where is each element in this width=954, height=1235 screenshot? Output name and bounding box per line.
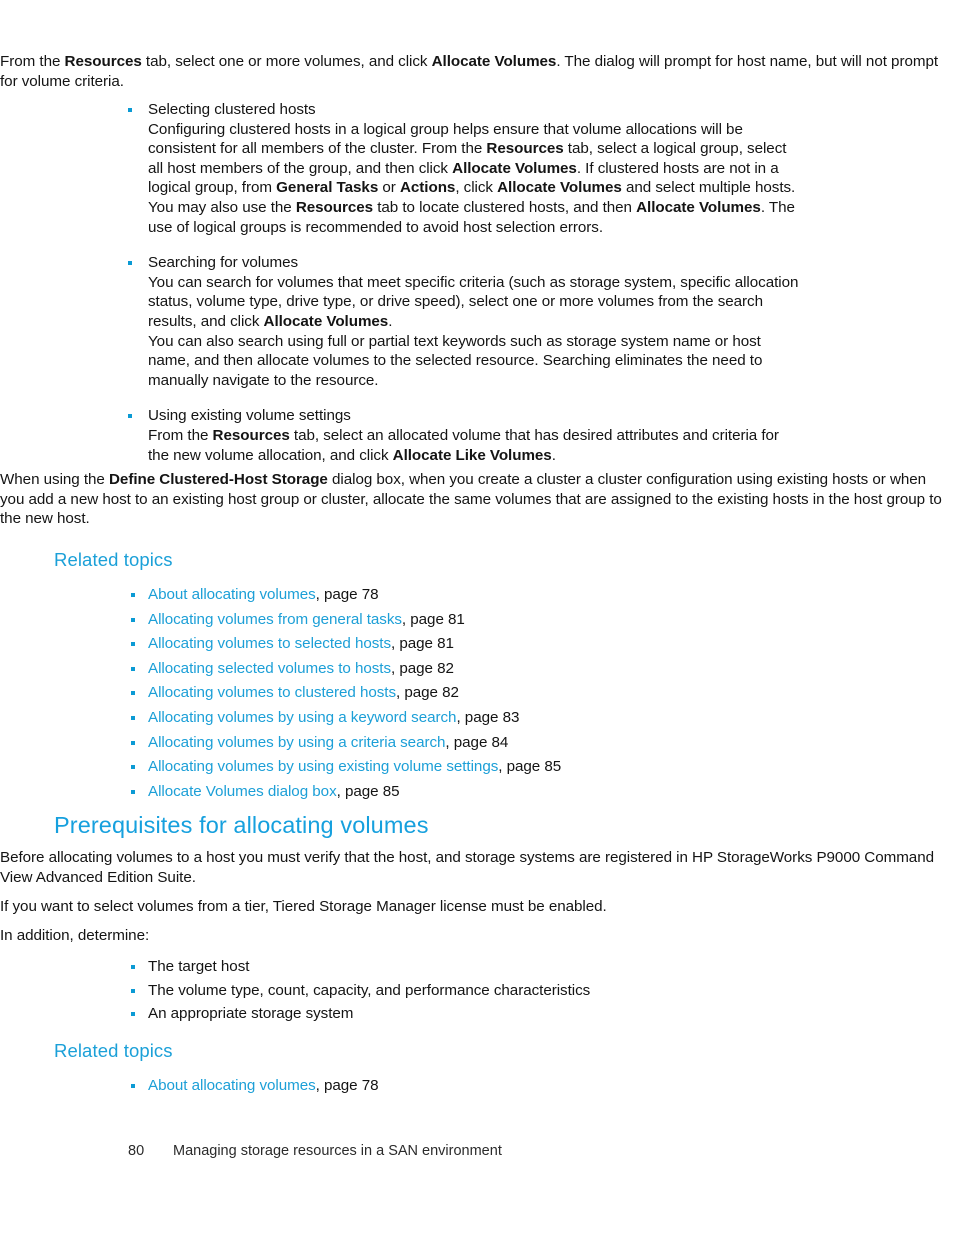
prerequisites-list-item: The volume type, count, capacity, and pe… <box>0 981 800 1001</box>
related-topics-2-heading: Related topics <box>54 1040 173 1061</box>
related-topic-link[interactable]: Allocating volumes by using a criteria s… <box>148 734 445 751</box>
related-topic-pageref: , page 78 <box>315 1077 379 1094</box>
prerequisites-list-item: The target host <box>0 957 800 977</box>
related-topic-item[interactable]: Allocating selected volumes to hosts, pa… <box>0 659 800 679</box>
related-topic-pageref: , page 85 <box>336 782 400 800</box>
procedure-bullet-list-block: Selecting clustered hosts Configuring clu… <box>0 100 954 465</box>
intro-paragraph-block: From the Resources tab, select one or mo… <box>0 52 954 91</box>
related-topic-item[interactable]: Allocate Volumes dialog box, page 85 <box>0 782 800 802</box>
related-topic-link[interactable]: Allocate Volumes dialog box <box>148 783 337 800</box>
bullet-0-para-0-seg-8: , click <box>455 179 498 197</box>
related-topic-link[interactable]: Allocating volumes to clustered hosts <box>148 684 396 701</box>
procedure-bullet-item: Using existing volume settings From the R… <box>0 406 800 465</box>
related-topic-item[interactable]: Allocating volumes to selected hosts, pa… <box>0 634 800 654</box>
related-topics-1-list: About allocating volumes, page 78 Allocat… <box>0 585 954 801</box>
bullet-0-para-0-seg-9: Allocate Volumes <box>497 179 622 197</box>
bullet-2-para-0-seg-4: . <box>551 446 556 464</box>
related-topic-item[interactable]: About allocating volumes, page 78 <box>0 1076 800 1096</box>
procedure-bullet-item: Searching for volumes You can search for … <box>0 253 800 390</box>
bullet-1-para-0-seg-1: Allocate Volumes <box>263 312 389 330</box>
related-topic-pageref: , page 83 <box>456 708 520 726</box>
related-topic-pageref: , page 85 <box>498 758 562 776</box>
bullet-2-para-0-seg-0: From the <box>148 426 213 444</box>
bullet-0-para-0-seg-13: Allocate Volumes <box>636 198 761 216</box>
related-topic-item[interactable]: Allocating volumes to clustered hosts, p… <box>0 683 800 703</box>
prerequisites-paragraph-3: In addition, determine: <box>0 927 150 944</box>
prerequisites-list-block: The target host The volume type, count, c… <box>0 953 954 1024</box>
intro-bold-allocate-volumes: Allocate Volumes <box>431 53 557 70</box>
related-topic-pageref: , page 78 <box>315 586 379 603</box>
procedure-bullet-list: Selecting clustered hosts Configuring clu… <box>0 100 954 465</box>
related-topic-link[interactable]: Allocating volumes by using existing vol… <box>148 758 498 775</box>
bullet-1-para-1-seg-0: You can also search using full or partia… <box>148 332 763 389</box>
related-topics-1-block: Related topics <box>0 549 954 571</box>
procedure-bullet-title: Using existing volume settings <box>148 407 351 425</box>
related-topic-link[interactable]: Allocating volumes to selected hosts <box>148 635 391 652</box>
intro-text-part2: tab, select one or more volumes, and cli… <box>141 53 432 70</box>
related-topic-pageref: , page 81 <box>401 610 465 628</box>
bullet-0-para-0-seg-11: Resources <box>295 198 374 216</box>
procedure-bullet-paragraph: Configuring clustered hosts in a logical… <box>148 120 800 238</box>
related-topic-item[interactable]: Allocating volumes by using a keyword se… <box>0 708 800 728</box>
bullet-2-para-0-seg-3: Allocate Like Volumes <box>392 446 552 464</box>
related-topic-pageref: , page 84 <box>445 733 509 751</box>
related-topic-pageref: , page 82 <box>391 659 454 677</box>
prerequisites-list-item: An appropriate storage system <box>0 1004 800 1024</box>
prerequisites-paragraph-2: If you want to select volumes from a tie… <box>0 898 607 915</box>
bullet-0-para-0-seg-5: General Tasks <box>276 179 379 197</box>
closing-seg-0: When using the <box>0 471 110 488</box>
procedure-bullet-title: Searching for volumes <box>148 254 299 272</box>
related-topic-link[interactable]: Allocating volumes by using a keyword se… <box>148 709 457 726</box>
prerequisites-paragraph-1-block: Before allocating volumes to a host you … <box>0 848 954 887</box>
related-topic-item[interactable]: Allocating volumes by using a criteria s… <box>0 733 800 753</box>
related-topics-2-list: About allocating volumes, page 78 <box>0 1076 954 1096</box>
prerequisites-paragraph-2-block: If you want to select volumes from a tie… <box>0 897 954 917</box>
bullet-0-para-0-seg-6: or <box>378 179 400 197</box>
related-topic-link[interactable]: Allocating selected volumes to hosts <box>148 660 391 677</box>
bullet-0-para-0-seg-1: Resources <box>486 140 564 158</box>
footer-page-number: 80 <box>128 1143 145 1159</box>
related-topic-link[interactable]: About allocating volumes <box>148 586 316 603</box>
closing-paragraph-block: When using the Define Clustered-Host Sto… <box>0 470 954 529</box>
closing-seg-1: Define Clustered-Host Storage <box>109 471 328 488</box>
related-topics-2-block: Related topics <box>0 1040 954 1062</box>
related-topic-item[interactable]: About allocating volumes, page 78 <box>0 585 800 605</box>
related-topics-1-list-block: About allocating volumes, page 78 Allocat… <box>0 580 954 801</box>
bullet-1-para-0-seg-0: You can search for volumes that meet spe… <box>148 273 799 330</box>
bullet-0-para-0-seg-12: tab to locate clustered hosts, and then <box>373 198 637 216</box>
related-topic-link[interactable]: Allocating volumes from general tasks <box>148 611 402 628</box>
document-page: From the Resources tab, select one or mo… <box>0 0 954 1235</box>
footer-running-title: Managing storage resources in a SAN envi… <box>173 1143 502 1159</box>
related-topic-item[interactable]: Allocating volumes from general tasks, p… <box>0 610 800 630</box>
page-title: Prerequisites for allocating volumes <box>54 812 429 838</box>
prerequisites-paragraph-1: Before allocating volumes to a host you … <box>0 849 934 886</box>
bullet-2-para-0-seg-1: Resources <box>212 426 290 444</box>
procedure-bullet-paragraph: You can search for volumes that meet spe… <box>148 273 800 332</box>
closing-paragraph: When using the Define Clustered-Host Sto… <box>0 470 954 529</box>
related-topic-pageref: , page 81 <box>391 635 454 653</box>
related-topic-link[interactable]: About allocating volumes <box>148 1077 316 1094</box>
prerequisites-paragraph-3-block: In addition, determine: <box>0 926 954 946</box>
intro-text-part1: From the <box>0 53 65 70</box>
bullet-1-para-0-seg-2: . <box>388 312 393 330</box>
related-topics-2-list-block: About allocating volumes, page 78 <box>0 1071 954 1096</box>
prerequisites-list: The target host The volume type, count, c… <box>0 957 954 1024</box>
intro-paragraph: From the Resources tab, select one or mo… <box>0 52 954 91</box>
related-topics-1-heading: Related topics <box>54 549 173 570</box>
bullet-0-para-0-seg-7: Actions <box>399 179 456 197</box>
intro-bold-resources: Resources <box>64 53 142 70</box>
procedure-bullet-item: Selecting clustered hosts Configuring clu… <box>0 100 800 237</box>
related-topic-item[interactable]: Allocating volumes by using existing vol… <box>0 757 800 777</box>
procedure-bullet-title: Selecting clustered hosts <box>148 101 316 118</box>
related-topic-pageref: , page 82 <box>396 684 459 702</box>
procedure-bullet-paragraph: From the Resources tab, select an alloca… <box>148 426 800 465</box>
prerequisites-heading-block: Prerequisites for allocating volumes <box>0 812 954 839</box>
bullet-0-para-0-seg-3: Allocate Volumes <box>452 159 577 177</box>
procedure-bullet-paragraph: You can also search using full or partia… <box>148 332 800 391</box>
